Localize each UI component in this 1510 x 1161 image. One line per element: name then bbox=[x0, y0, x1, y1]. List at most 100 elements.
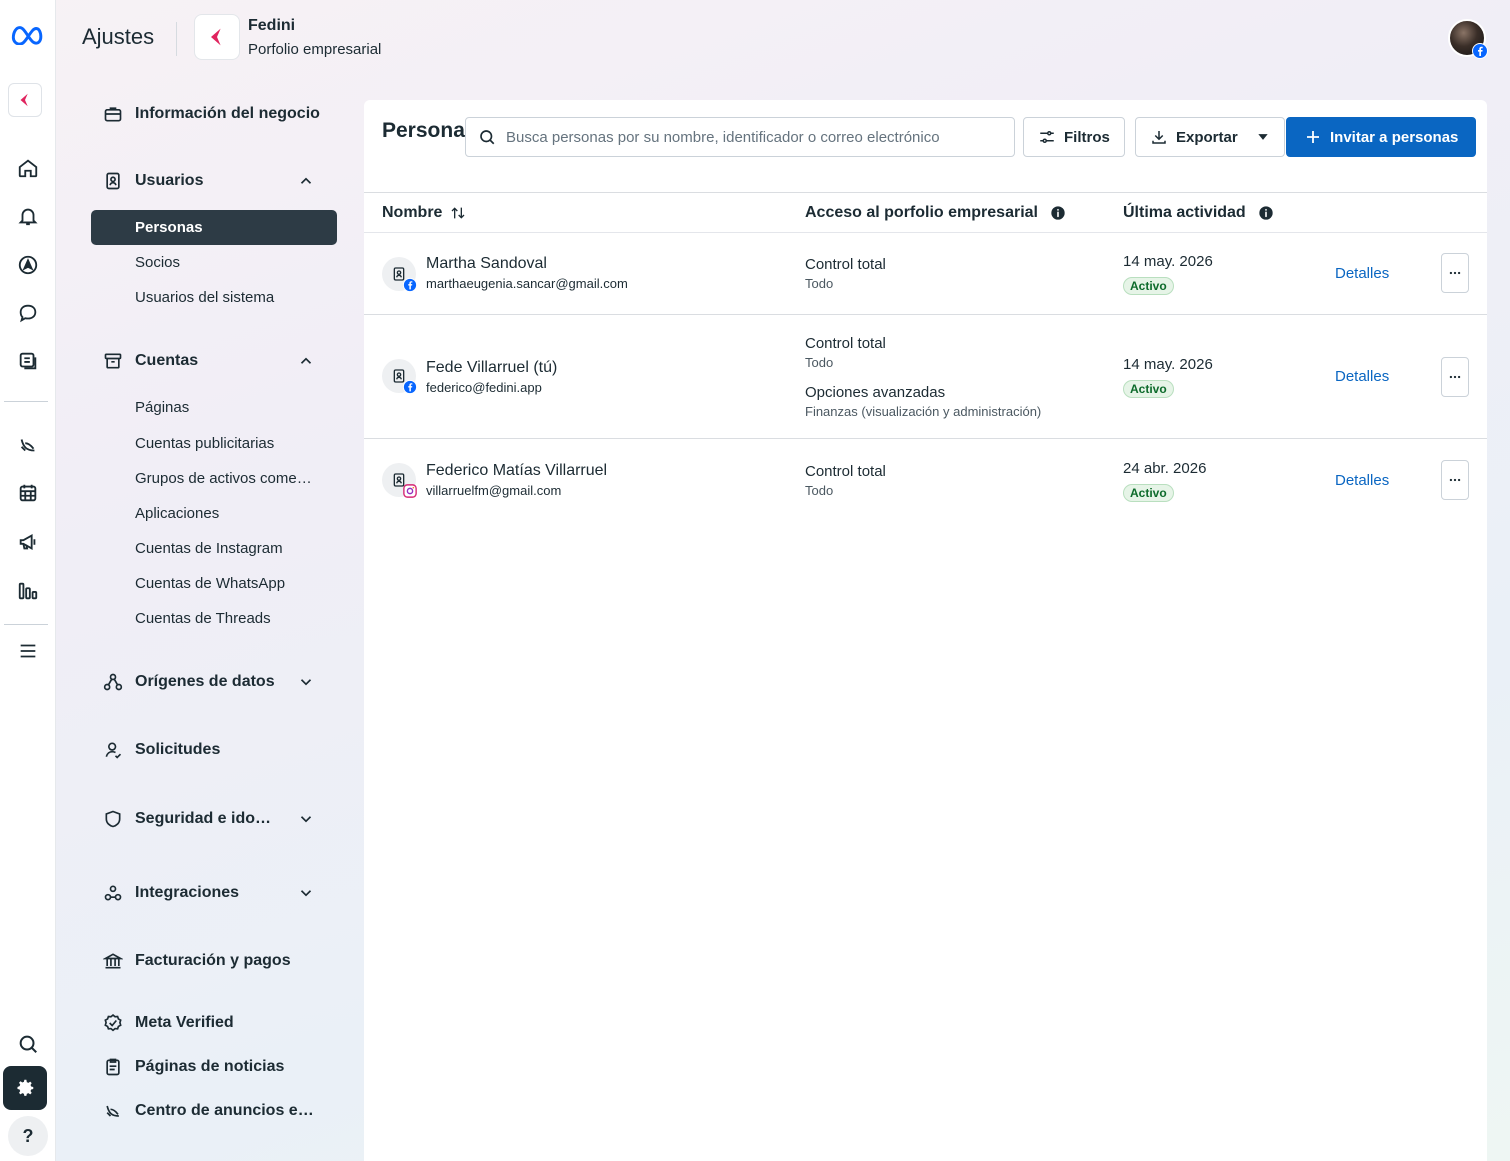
more-options-button[interactable] bbox=[1441, 357, 1469, 397]
sidebar-section-integrations[interactable]: Integraciones bbox=[103, 883, 323, 903]
bell-icon[interactable] bbox=[8, 196, 48, 236]
sidebar-section-users[interactable]: Usuarios bbox=[103, 171, 323, 191]
sidebar-item-socios[interactable]: Socios bbox=[135, 254, 180, 271]
details-link[interactable]: Detalles bbox=[1335, 368, 1389, 385]
sidebar-item-label: Páginas de noticias bbox=[135, 1058, 285, 1075]
search-icon bbox=[480, 130, 495, 145]
details-link[interactable]: Detalles bbox=[1335, 472, 1389, 489]
sidebar-item-pages[interactable]: Páginas bbox=[135, 399, 189, 416]
menu-icon[interactable] bbox=[8, 631, 48, 671]
chevron-up-icon[interactable] bbox=[297, 352, 315, 370]
facebook-icon bbox=[403, 278, 417, 292]
table-row[interactable]: Fede Villarruel (tú) federico@fedini.app… bbox=[364, 315, 1487, 439]
export-button[interactable]: Exportar bbox=[1135, 117, 1285, 157]
insights-icon[interactable] bbox=[8, 571, 48, 611]
briefcase-icon bbox=[103, 104, 123, 124]
megaphone-icon[interactable] bbox=[8, 522, 48, 562]
sidebar-item-system-users[interactable]: Usuarios del sistema bbox=[135, 289, 274, 306]
ellipsis-icon bbox=[1449, 375, 1461, 379]
settings-icon[interactable] bbox=[3, 1066, 47, 1110]
search-icon[interactable] bbox=[8, 1024, 48, 1064]
invite-label: Invitar a personas bbox=[1330, 128, 1459, 146]
search-box[interactable] bbox=[465, 117, 1015, 157]
page-title: Ajustes bbox=[82, 24, 155, 49]
ellipsis-icon bbox=[1449, 478, 1461, 482]
rail-divider bbox=[4, 401, 48, 402]
sidebar-item-label: Facturación y pagos bbox=[135, 952, 291, 969]
help-icon[interactable]: ? bbox=[8, 1116, 48, 1156]
more-options-button[interactable] bbox=[1441, 460, 1469, 500]
sidebar-section-label: Usuarios bbox=[135, 172, 204, 189]
ads-manager-icon[interactable] bbox=[8, 425, 48, 465]
search-input[interactable] bbox=[506, 128, 1006, 146]
last-activity-date: 14 may. 2026 bbox=[1123, 253, 1213, 270]
avatar bbox=[382, 257, 417, 292]
sidebar-section-accounts[interactable]: Cuentas bbox=[103, 351, 323, 371]
chevron-down-icon[interactable] bbox=[297, 810, 315, 828]
sidebar-item-ads-center[interactable]: Centro de anuncios e… bbox=[103, 1101, 323, 1121]
sidebar-item-whatsapp[interactable]: Cuentas de WhatsApp bbox=[135, 575, 285, 592]
sort-icon[interactable] bbox=[450, 205, 466, 221]
sidebar-item-label: Meta Verified bbox=[135, 1014, 234, 1031]
column-header-last-activity: Última actividad bbox=[1123, 204, 1274, 222]
access-detail: Todo bbox=[805, 276, 834, 291]
filters-button[interactable]: Filtros bbox=[1023, 117, 1125, 157]
column-header-name[interactable]: Nombre bbox=[382, 204, 466, 222]
sidebar-item-apps[interactable]: Aplicaciones bbox=[135, 505, 219, 522]
sidebar-item-meta-verified[interactable]: Meta Verified bbox=[103, 1013, 323, 1033]
instagram-icon bbox=[403, 484, 417, 498]
sidebar-item-label: Centro de anuncios e… bbox=[135, 1102, 314, 1119]
sidebar-section-security[interactable]: Seguridad e ido… bbox=[103, 809, 323, 829]
access-title: Control total bbox=[805, 256, 886, 273]
business-logo-icon[interactable] bbox=[194, 14, 240, 60]
table-row[interactable]: Federico Matías Villarruel villarruelfm@… bbox=[364, 439, 1487, 521]
sidebar-item-business-info[interactable]: Información del negocio bbox=[103, 104, 323, 124]
business-logo-icon[interactable] bbox=[8, 83, 42, 117]
chat-icon[interactable] bbox=[8, 293, 48, 333]
sidebar-item-threads[interactable]: Cuentas de Threads bbox=[135, 610, 271, 627]
archive-icon bbox=[103, 351, 123, 371]
details-link[interactable]: Detalles bbox=[1335, 265, 1389, 282]
sidebar-item-billing[interactable]: Facturación y pagos bbox=[103, 951, 323, 971]
clipboard-icon bbox=[103, 1057, 123, 1077]
compass-icon[interactable] bbox=[8, 245, 48, 285]
sidebar-item-requests[interactable]: Solicitudes bbox=[103, 740, 323, 760]
last-activity-date: 14 may. 2026 bbox=[1123, 356, 1213, 373]
badge-icon bbox=[103, 171, 123, 191]
chevron-down-icon[interactable] bbox=[297, 884, 315, 902]
caret-down-icon bbox=[1258, 134, 1268, 140]
sidebar-section-label: Orígenes de datos bbox=[135, 673, 275, 690]
person-icon bbox=[103, 740, 123, 760]
status-badge: Activo bbox=[1123, 380, 1174, 398]
person-name: Fede Villarruel (tú) bbox=[426, 359, 558, 376]
chevron-up-icon[interactable] bbox=[297, 172, 315, 190]
avatar[interactable] bbox=[1448, 19, 1488, 59]
meta-logo-icon[interactable] bbox=[8, 14, 48, 54]
sidebar-item-instagram[interactable]: Cuentas de Instagram bbox=[135, 540, 283, 557]
sidebar-section-label: Seguridad e ido… bbox=[135, 810, 272, 827]
content-icon[interactable] bbox=[8, 341, 48, 381]
table-row[interactable]: Martha Sandoval marthaeugenia.sancar@gma… bbox=[364, 233, 1487, 315]
filters-label: Filtros bbox=[1064, 128, 1110, 146]
info-icon[interactable] bbox=[1050, 205, 1066, 221]
more-options-button[interactable] bbox=[1441, 253, 1469, 293]
sliders-icon bbox=[1040, 131, 1054, 143]
calendar-icon[interactable] bbox=[8, 473, 48, 513]
sidebar-item-asset-groups[interactable]: Grupos de activos come… bbox=[135, 470, 312, 487]
home-icon[interactable] bbox=[8, 148, 48, 188]
sidebar-item-news-pages[interactable]: Páginas de noticias bbox=[103, 1057, 323, 1077]
business-name[interactable]: Fedini bbox=[248, 17, 295, 35]
sidebar-item-ad-accounts[interactable]: Cuentas publicitarias bbox=[135, 435, 274, 452]
table-header: Nombre Acceso al porfolio empresarial Úl… bbox=[364, 192, 1487, 233]
info-icon[interactable] bbox=[1258, 205, 1274, 221]
sidebar-section-data-sources[interactable]: Orígenes de datos bbox=[103, 672, 323, 692]
sidebar-section-label: Cuentas bbox=[135, 352, 199, 369]
access-title: Opciones avanzadas bbox=[805, 384, 946, 401]
column-label: Acceso al porfolio empresarial bbox=[805, 204, 1038, 221]
chevron-down-icon[interactable] bbox=[297, 673, 315, 691]
export-label: Exportar bbox=[1176, 128, 1238, 146]
shield-icon bbox=[103, 809, 123, 829]
header-divider bbox=[176, 22, 177, 56]
sidebar-item-personas[interactable]: Personas bbox=[91, 210, 337, 245]
invite-people-button[interactable]: Invitar a personas bbox=[1286, 117, 1477, 157]
